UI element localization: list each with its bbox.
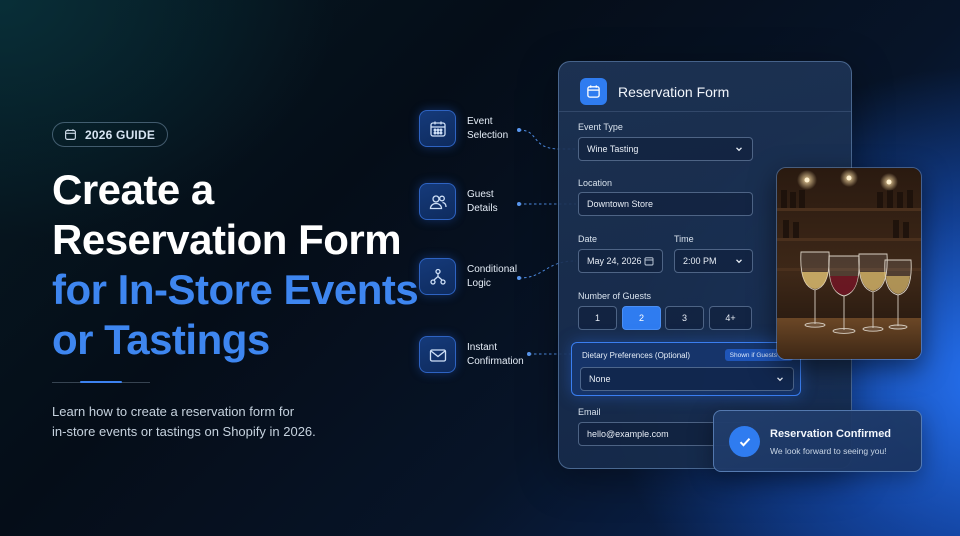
- headline-line-4: or Tastings: [52, 316, 270, 363]
- guest-option-4-plus[interactable]: 4+: [709, 306, 752, 330]
- feature-guest-details: Guest Details: [419, 183, 527, 220]
- feature-label: Event Selection: [467, 115, 527, 143]
- feature-icon-box: [419, 183, 456, 220]
- feature-label-line: Conditional: [467, 263, 518, 275]
- feature-label-line: Details: [467, 202, 498, 214]
- calendar-icon: [429, 121, 446, 137]
- guide-badge: 2026 GUIDE: [52, 122, 169, 147]
- chevron-down-icon: [736, 259, 742, 264]
- headline-line-1: Create a: [52, 166, 214, 213]
- headline-line-2: Reservation Form: [52, 216, 402, 263]
- feature-conditional-logic: Conditional Logic: [419, 258, 527, 295]
- feature-label: Instant Confirmation: [467, 341, 527, 369]
- feature-label-line: Instant: [467, 341, 498, 353]
- accent-divider: [52, 381, 150, 383]
- email-value: hello@example.com: [587, 429, 669, 439]
- mail-icon: [429, 348, 446, 362]
- toast-title: Reservation Confirmed: [770, 428, 892, 440]
- connector-dot: [527, 352, 531, 356]
- form-header: Reservation Form: [559, 62, 851, 112]
- date-value: May 24, 2026: [587, 256, 642, 266]
- subtitle: Learn how to create a reservation form f…: [52, 402, 352, 442]
- feature-label: Guest Details: [467, 188, 527, 216]
- feature-event-selection: Event Selection: [419, 110, 527, 147]
- wine-tasting-photo: [776, 167, 922, 360]
- feature-label-line: Event: [467, 115, 493, 127]
- feature-label-line: Logic: [467, 277, 491, 289]
- feature-icon-box: [419, 336, 456, 373]
- reservation-confirmed-toast: Reservation Confirmed We look forward to…: [713, 410, 922, 472]
- dietary-value: None: [589, 374, 611, 384]
- headline-line-3: for In-Store Events: [52, 266, 419, 313]
- location-value: Downtown Store: [587, 199, 654, 209]
- time-label: Time: [674, 234, 694, 244]
- location-input[interactable]: Downtown Store: [578, 192, 753, 216]
- feature-label-line: Confirmation: [467, 355, 524, 367]
- email-label: Email: [578, 407, 601, 417]
- checkmark-icon: [739, 437, 750, 447]
- guest-option-3[interactable]: 3: [665, 306, 704, 330]
- feature-icon-box: [419, 110, 456, 147]
- event-type-value: Wine Tasting: [587, 144, 639, 154]
- calendar-icon: [644, 257, 654, 266]
- badge-label: 2026 GUIDE: [85, 127, 156, 142]
- check-icon-circle: [729, 426, 760, 457]
- form-header-icon-box: [580, 78, 607, 105]
- calendar-icon: [65, 129, 76, 140]
- chevron-down-icon: [777, 377, 783, 382]
- users-icon: [429, 194, 447, 209]
- guest-option-1[interactable]: 1: [578, 306, 617, 330]
- toast-message: We look forward to seeing you!: [770, 446, 887, 456]
- subtitle-line-2: in-store events or tastings on Shopify i…: [52, 424, 316, 439]
- guests-label: Number of Guests: [578, 291, 652, 301]
- date-input[interactable]: May 24, 2026: [578, 249, 663, 273]
- feature-label: Conditional Logic: [467, 263, 527, 291]
- event-type-label: Event Type: [578, 122, 623, 132]
- dietary-label: Dietary Preferences (Optional): [582, 351, 691, 360]
- form-title: Reservation Form: [618, 84, 730, 100]
- time-select[interactable]: 2:00 PM: [674, 249, 753, 273]
- feature-instant-confirmation: Instant Confirmation: [419, 336, 527, 373]
- location-label: Location: [578, 178, 613, 188]
- date-label: Date: [578, 234, 598, 244]
- wine-glasses-illustration: [777, 168, 921, 359]
- branch-icon: [429, 268, 446, 285]
- chevron-down-icon: [736, 147, 742, 152]
- feature-label-line: Guest: [467, 188, 494, 200]
- guest-option-2[interactable]: 2: [622, 306, 661, 330]
- feature-label-line: Selection: [467, 129, 509, 141]
- subtitle-line-1: Learn how to create a reservation form f…: [52, 404, 295, 419]
- calendar-icon: [587, 85, 600, 98]
- feature-icon-box: [419, 258, 456, 295]
- event-type-select[interactable]: Wine Tasting: [578, 137, 753, 161]
- time-value: 2:00 PM: [683, 256, 717, 266]
- dietary-preferences-panel: Dietary Preferences (Optional) Shown if …: [571, 342, 801, 396]
- page-title: Create a Reservation Form for In-Store E…: [52, 165, 432, 365]
- dietary-select[interactable]: None: [580, 367, 794, 391]
